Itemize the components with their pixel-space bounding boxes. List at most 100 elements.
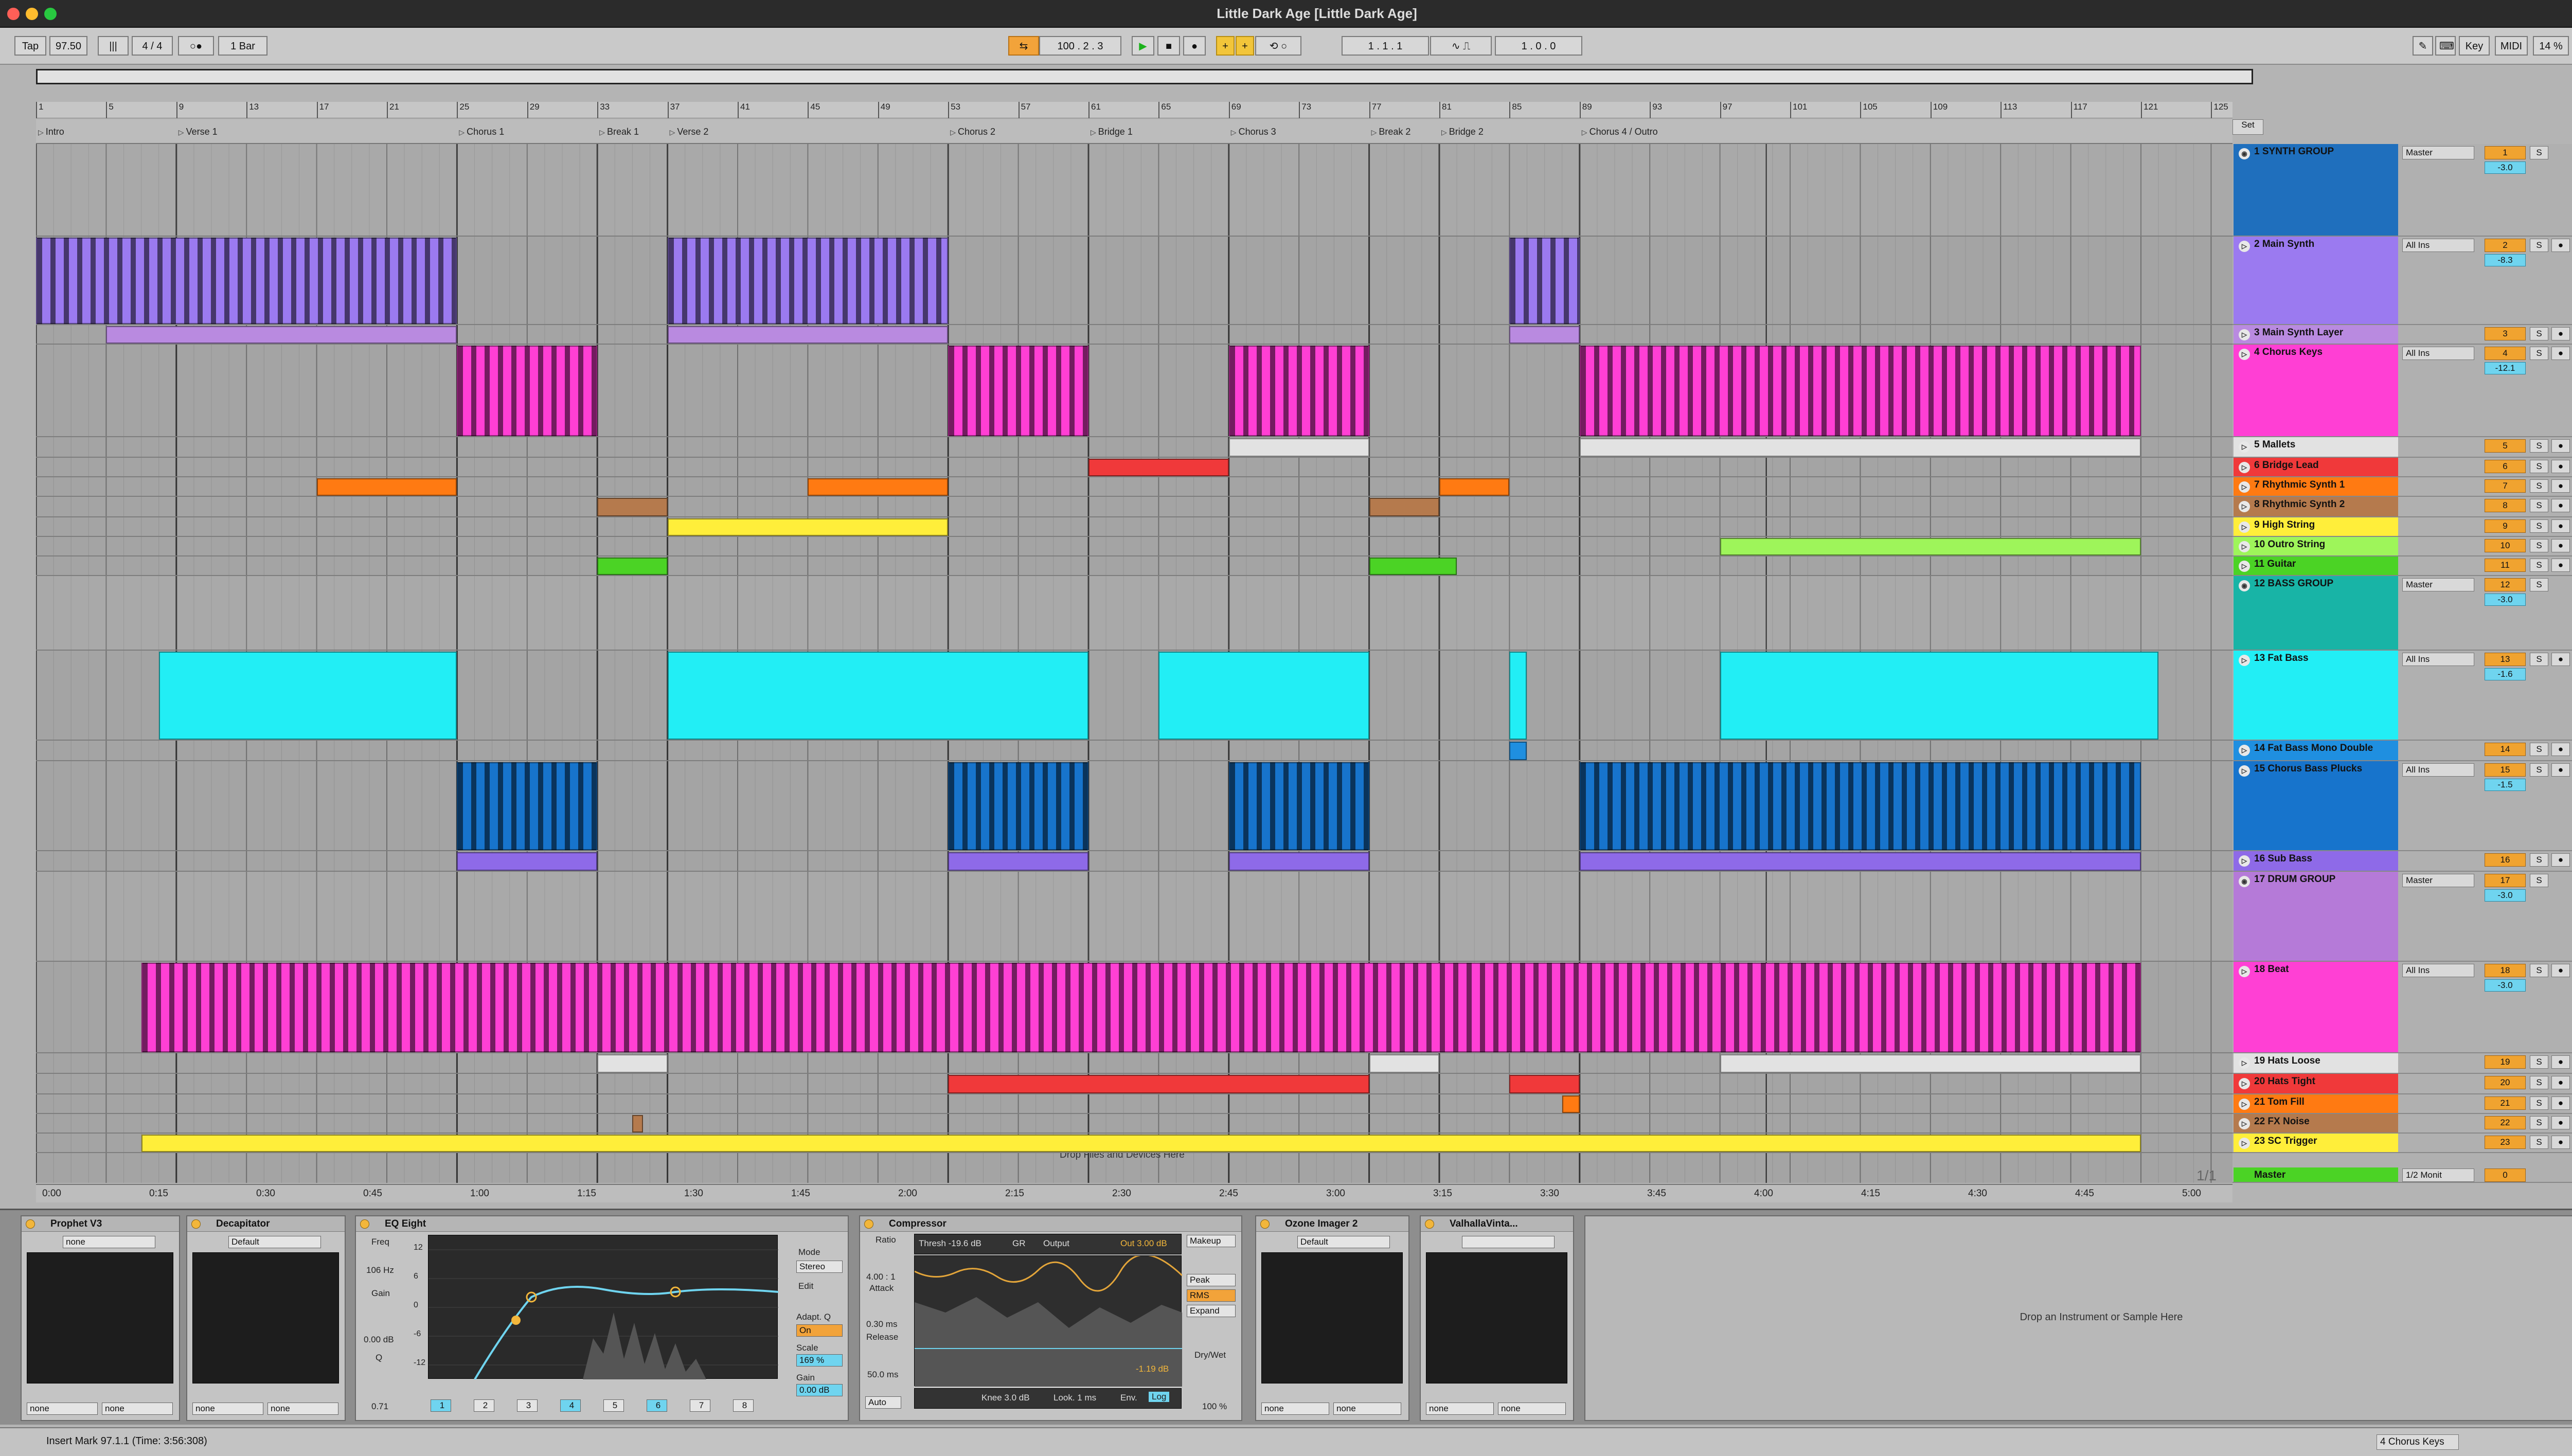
adapt-q-toggle[interactable]: On	[796, 1324, 843, 1337]
locator-marker[interactable]: Chorus 3	[1231, 127, 1276, 137]
clip[interactable]	[36, 238, 457, 324]
output-gain-field[interactable]: 0.00 dB	[796, 1384, 843, 1396]
track-fold-icon[interactable]: ▷	[2239, 481, 2250, 493]
track-header[interactable]: ◉ 1 SYNTH GROUP Master 1 -3.0 S	[2232, 144, 2572, 237]
draw-mode-buttons[interactable]: ∿ ⎍	[1430, 36, 1492, 56]
solo-button[interactable]: S	[2530, 239, 2548, 252]
solo-button[interactable]: S	[2530, 1076, 2548, 1089]
solo-button[interactable]: S	[2530, 539, 2548, 552]
pencil-icon[interactable]: ✎	[2413, 36, 2433, 56]
output-left-menu[interactable]: none	[1261, 1403, 1329, 1415]
clip[interactable]	[1439, 478, 1510, 496]
clip[interactable]	[1720, 538, 2141, 555]
solo-button[interactable]: S	[2530, 763, 2548, 777]
clip[interactable]	[667, 238, 949, 324]
track-header[interactable]: ▷ 7 Rhythmic Synth 1 7 S ●	[2232, 477, 2572, 497]
solo-button[interactable]: S	[2530, 347, 2548, 360]
track-fold-icon[interactable]: ▷	[2239, 462, 2250, 473]
track-header[interactable]: ▷ 18 Beat All Ins 18 -3.0 S ●	[2232, 962, 2572, 1053]
loop-start-field[interactable]: 1 . 1 . 1	[1342, 36, 1429, 56]
track-activator-button[interactable]: 18	[2485, 964, 2526, 977]
track-fold-icon[interactable]: ▷	[2239, 501, 2250, 512]
track-header[interactable]: ▷ 3 Main Synth Layer 3 S ●	[2232, 325, 2572, 345]
attack-value[interactable]: 0.30 ms	[866, 1319, 897, 1329]
track-name[interactable]: ▷ 18 Beat	[2234, 962, 2398, 1052]
track-header[interactable]: ▷ 21 Tom Fill 21 S ●	[2232, 1094, 2572, 1114]
clip[interactable]	[1369, 558, 1457, 575]
track-name[interactable]: ▷ 10 Outro String	[2234, 537, 2398, 555]
capture-buttons[interactable]: ⟲ ○	[1255, 36, 1301, 56]
scale-field[interactable]: 169 %	[796, 1354, 843, 1367]
arrangement-view[interactable]: Drop Files and Devices Here 1/1	[36, 144, 2232, 1183]
track-header[interactable]: ▷ 9 High String 9 S ●	[2232, 517, 2572, 537]
track-fold-icon[interactable]: ▷	[2239, 1138, 2250, 1149]
track-io-menu[interactable]: All Ins	[2402, 964, 2474, 977]
ratio-value[interactable]: 4.00 : 1	[866, 1272, 896, 1282]
track-name[interactable]: ▷ 21 Tom Fill	[2234, 1094, 2398, 1113]
track-header[interactable]: ▷ 11 Guitar 11 S ●	[2232, 556, 2572, 576]
track-volume-field[interactable]: -3.0	[2485, 979, 2526, 992]
track-name[interactable]: ▷ 16 Sub Bass	[2234, 851, 2398, 871]
solo-button[interactable]: S	[2530, 519, 2548, 533]
mode-menu[interactable]: Stereo	[796, 1261, 843, 1273]
track-fold-icon[interactable]: ▷	[2239, 329, 2250, 340]
clip[interactable]	[1562, 1095, 1580, 1113]
device-title[interactable]: EQ Eight	[356, 1216, 848, 1232]
play-button[interactable]: ▶	[1132, 36, 1154, 56]
arm-button[interactable]: ●	[2551, 327, 2570, 340]
clip[interactable]	[1228, 852, 1369, 871]
track-lane[interactable]	[36, 517, 2232, 537]
track-fold-icon[interactable]: ▷	[2239, 966, 2250, 977]
preset-menu[interactable]: none	[63, 1236, 155, 1248]
lookahead-value[interactable]: Look. 1 ms	[1053, 1393, 1096, 1403]
eq-band-toggle[interactable]: 3	[517, 1399, 538, 1412]
solo-button[interactable]: S	[2530, 327, 2548, 340]
track-header[interactable]: ▷ 23 SC Trigger 23 S ●	[2232, 1134, 2572, 1153]
clip[interactable]	[457, 346, 598, 436]
track-header[interactable]: ▷ 8 Rhythmic Synth 2 8 S ●	[2232, 497, 2572, 517]
auto-release-button[interactable]: Auto	[865, 1396, 901, 1409]
metronome-button[interactable]: ○●	[178, 36, 214, 56]
keyboard-icon[interactable]: ⌨	[2435, 36, 2456, 56]
locator-marker[interactable]: Intro	[38, 127, 64, 137]
stop-button[interactable]: ■	[1157, 36, 1180, 56]
track-name[interactable]: ▷ 3 Main Synth Layer	[2234, 325, 2398, 344]
track-fold-icon[interactable]: ▷	[2239, 1057, 2250, 1069]
device-title[interactable]: Prophet V3	[22, 1216, 179, 1232]
clip[interactable]	[1509, 652, 1527, 740]
track-io-menu[interactable]: All Ins	[2402, 239, 2474, 252]
track-header[interactable]: ▷ 16 Sub Bass 16 S ●	[2232, 851, 2572, 872]
expand-button[interactable]: Expand	[1187, 1305, 1236, 1317]
track-io-menu[interactable]: All Ins	[2402, 347, 2474, 360]
solo-button[interactable]: S	[2530, 439, 2548, 453]
track-header[interactable]: ▷ 4 Chorus Keys All Ins 4 -12.1 S ●	[2232, 345, 2572, 437]
track-activator-button[interactable]: 8	[2485, 499, 2526, 512]
solo-button[interactable]: S	[2530, 1116, 2548, 1129]
track-header[interactable]: ▷ 20 Hats Tight 20 S ●	[2232, 1074, 2572, 1094]
track-activator-button[interactable]: 1	[2485, 146, 2526, 159]
eq-band-toggle[interactable]: 5	[603, 1399, 624, 1412]
clip[interactable]	[1509, 742, 1527, 760]
position-field[interactable]: 100 . 2 . 3	[1039, 36, 1121, 56]
clip[interactable]	[457, 852, 598, 871]
track-fold-icon[interactable]: ▷	[2239, 1118, 2250, 1129]
track-header[interactable]: ▷ 6 Bridge Lead 6 S ●	[2232, 458, 2572, 477]
arm-button[interactable]: ●	[2551, 743, 2570, 756]
arm-button[interactable]: ●	[2551, 239, 2570, 252]
track-name[interactable]: ▷ 11 Guitar	[2234, 556, 2398, 575]
clip[interactable]	[632, 1115, 643, 1133]
clip[interactable]	[1509, 238, 1580, 324]
track-activator-button[interactable]: 5	[2485, 439, 2526, 453]
quantize-menu[interactable]: 1 Bar	[218, 36, 267, 56]
clip[interactable]	[1088, 459, 1229, 476]
gr-toggle[interactable]: GR	[1012, 1238, 1026, 1249]
record-button[interactable]: ●	[1183, 36, 1206, 56]
arm-button[interactable]: ●	[2551, 1136, 2570, 1149]
clip[interactable]	[667, 652, 1088, 740]
clip[interactable]	[808, 478, 949, 496]
track-name[interactable]: ▷ 15 Chorus Bass Plucks	[2234, 761, 2398, 850]
device-power-icon[interactable]	[1260, 1219, 1270, 1229]
clip[interactable]	[1228, 438, 1369, 457]
track-activator-button[interactable]: 17	[2485, 874, 2526, 887]
overdub-button[interactable]: +	[1216, 36, 1235, 56]
